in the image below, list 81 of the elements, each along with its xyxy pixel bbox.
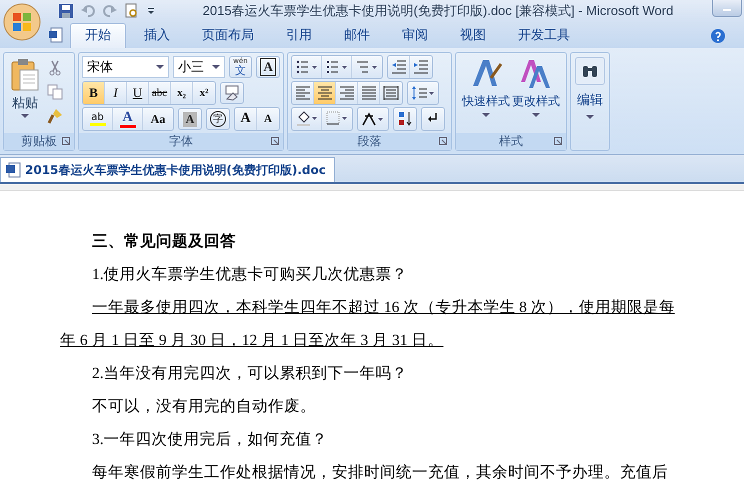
editing-button[interactable]: 编辑	[570, 52, 610, 151]
decrease-indent-icon	[390, 60, 406, 74]
dropdown-arrow-icon	[156, 65, 164, 69]
style-button[interactable]: 更改样式	[512, 56, 560, 130]
ribbon-tab[interactable]: 开始	[70, 23, 126, 48]
ribbon-tab[interactable]: 引用	[272, 24, 326, 48]
paragraph: 3.一年四次使用完后，如何充值？	[91, 430, 329, 450]
document-icon[interactable]	[48, 27, 64, 43]
format-button[interactable]: B	[83, 82, 105, 104]
format-button[interactable]: I	[105, 82, 127, 104]
font-size-dropdown[interactable]: 小三	[173, 56, 225, 78]
character-border-button[interactable]: A	[256, 56, 280, 78]
bullet-list-icon	[296, 60, 318, 74]
dialog-launcher-icon[interactable]	[554, 137, 562, 145]
format-button[interactable]: abc	[149, 82, 171, 104]
line-spacing-icon	[411, 86, 435, 100]
document-tab[interactable]: 2015春运火车票学生优惠卡使用说明(免费打印版).doc	[0, 157, 335, 182]
window-title: 2015春运火车票学生优惠卡使用说明(免费打印版).doc [兼容模式] - Microsoft Word	[202, 2, 674, 20]
font-color-button[interactable]: A	[113, 108, 143, 130]
help-icon[interactable]	[710, 28, 726, 44]
clipboard-icon	[10, 58, 40, 92]
format-brush-icon[interactable]	[47, 108, 63, 124]
shrink-font-button[interactable]: A	[257, 108, 279, 130]
binoculars-icon	[581, 64, 599, 78]
change-case-button[interactable]: Aa	[143, 108, 173, 130]
font-name-dropdown[interactable]: 宋体	[82, 56, 170, 78]
style-button[interactable]: 快速样式	[462, 56, 510, 130]
group-label: 段落	[358, 133, 382, 150]
ribbon-tab[interactable]: 插入	[130, 24, 184, 48]
color-swatch	[120, 124, 136, 128]
border-grid-icon	[326, 111, 348, 127]
sort-icon	[397, 111, 413, 127]
dialog-launcher-icon[interactable]	[271, 137, 279, 145]
ribbon-tab[interactable]: 审阅	[388, 24, 442, 48]
dropdown-arrow-icon	[586, 115, 594, 119]
group-label: 字体	[169, 133, 193, 150]
align-icon	[383, 86, 399, 100]
dropdown-arrow-icon	[532, 113, 540, 117]
ribbon-tab[interactable]: 视图	[446, 24, 500, 48]
paragraph: 1.使用火车票学生优惠卡可购买几次优惠票？	[91, 265, 409, 285]
save-icon[interactable]	[58, 3, 74, 19]
eraser-icon	[223, 85, 241, 101]
align-icon	[294, 86, 310, 100]
paragraph: 每年寒假前学生工作处根据情况，安排时间统一充值，其余时间不予办理。充值后	[91, 463, 669, 483]
format-button[interactable]: U	[127, 82, 149, 104]
format-button[interactable]: x²	[193, 82, 215, 104]
enclose-characters-button[interactable]: 字	[206, 108, 230, 130]
alignment-button[interactable]	[314, 82, 336, 104]
copy-icon[interactable]	[47, 84, 63, 100]
document-icon	[5, 162, 21, 178]
ribbon-tab[interactable]: 邮件	[330, 24, 384, 48]
dialog-launcher-icon[interactable]	[62, 137, 70, 145]
paragraph: 2.当年没有用完四次，可以累积到下一年吗？	[91, 364, 409, 384]
group-label: 剪贴板	[21, 133, 57, 150]
dialog-launcher-icon[interactable]	[439, 137, 447, 145]
align-icon	[360, 86, 376, 100]
group-label: 样式	[499, 133, 523, 150]
multilevel-list-icon	[356, 60, 378, 74]
customize-arrow-icon[interactable]	[146, 6, 156, 16]
color-swatch	[90, 122, 106, 126]
paragraph: 不可以，没有用完的自动作废。	[91, 397, 317, 417]
paint-bucket-icon	[296, 111, 318, 127]
character-shading-button[interactable]: A	[178, 108, 202, 130]
chinese-layout-icon	[361, 111, 385, 127]
paste-button[interactable]: 粘贴	[7, 56, 43, 130]
numbered-list-icon	[326, 60, 348, 74]
align-icon	[316, 86, 332, 100]
ribbon-tab[interactable]: 页面布局	[188, 24, 268, 48]
grow-font-button[interactable]: A	[235, 108, 257, 130]
increase-indent-icon	[413, 60, 429, 74]
dropdown-arrow-icon	[482, 113, 490, 117]
highlight-button[interactable]: ab	[83, 108, 113, 130]
scissors-icon[interactable]	[47, 60, 63, 76]
dropdown-arrow-icon	[212, 65, 220, 69]
format-button[interactable]: x₂	[171, 82, 193, 104]
ribbon-tab[interactable]: 开发工具	[504, 24, 584, 48]
minimize-button[interactable]	[712, 0, 742, 17]
dropdown-arrow-icon	[21, 114, 29, 118]
clear-format-button[interactable]	[220, 82, 244, 104]
align-icon	[338, 86, 354, 100]
paragraph: 三、常见问题及回答	[91, 232, 237, 252]
